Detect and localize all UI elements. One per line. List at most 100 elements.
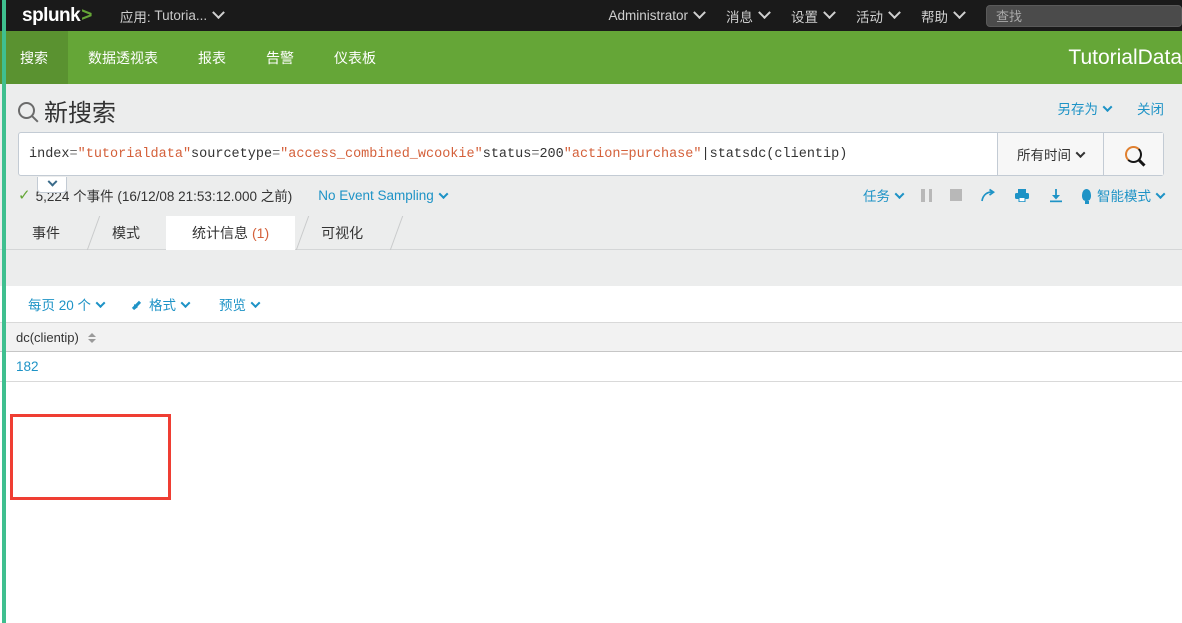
search-query-input[interactable]: index = "tutorialdata" sourcetype = "access_…	[19, 133, 997, 175]
stop-button[interactable]	[950, 189, 962, 201]
tab-statistics[interactable]: 统计信息 (1)	[166, 216, 296, 250]
appnav-item-pivot[interactable]: 数据透视表	[68, 31, 178, 84]
topbar-item-label: Administrator	[608, 8, 688, 23]
page-title-label: 新搜索	[44, 99, 116, 127]
query-token: 200	[539, 146, 564, 162]
event-sampling-dropdown[interactable]: No Event Sampling	[318, 188, 449, 203]
job-actions: 任务 智能模式	[863, 185, 1166, 205]
chevron-down-icon	[894, 188, 905, 199]
appnav-item-search[interactable]: 搜索	[0, 31, 68, 84]
appnav-item-dashboards[interactable]: 仪表板	[314, 31, 396, 84]
time-range-label: 所有时间	[1017, 148, 1071, 163]
splunk-search-page: splunk > 应用: Tutoria... Administrator 消息 …	[0, 0, 1182, 623]
results-tabs-inner: 事件 模式 统计信息 (1) 可视化	[0, 216, 389, 250]
splunk-logo-chevron-icon: >	[81, 4, 92, 26]
splunk-logo[interactable]: splunk >	[22, 5, 92, 27]
page-header: 新搜索 另存为 关闭	[0, 84, 1182, 132]
query-token: sourcetype	[191, 146, 273, 162]
appnav-item-label: 搜索	[20, 49, 48, 66]
tab-visualization[interactable]: 可视化	[295, 216, 389, 249]
chevron-down-icon	[47, 176, 57, 187]
search-bar: index = "tutorialdata" sourcetype = "access_…	[18, 132, 1164, 193]
topbar-item-messages[interactable]: 消息	[726, 6, 771, 26]
appnav-item-label: 数据透视表	[88, 49, 158, 66]
statistics-table: dc(clientip) 182	[0, 322, 1182, 382]
table-header-row: dc(clientip)	[0, 322, 1182, 352]
query-token: "tutorialdata"	[77, 146, 192, 162]
tab-patterns[interactable]: 模式	[86, 216, 166, 249]
page-title: 新搜索	[18, 93, 116, 128]
app-navbar: 搜索 数据透视表 报表 告警 仪表板 TutorialData	[0, 31, 1182, 84]
table-cell-dc-clientip[interactable]: 182	[0, 351, 163, 382]
table-head: dc(clientip)	[0, 322, 1182, 352]
chevron-down-icon	[1075, 147, 1086, 158]
format-dropdown[interactable]: 格式	[134, 294, 191, 314]
job-menu-button[interactable]: 任务	[863, 185, 905, 205]
run-search-button[interactable]	[1103, 133, 1163, 175]
app-context-label: 应用:	[119, 9, 151, 25]
topbar-item-label: 设置	[791, 9, 818, 25]
app-context-dropdown[interactable]: 应用: Tutoria...	[119, 6, 226, 26]
table-row: 182	[0, 351, 1182, 382]
tab-events[interactable]: 事件	[6, 216, 86, 249]
search-mode-dropdown[interactable]: 智能模式	[1082, 185, 1166, 205]
topbar-item-label: 消息	[726, 9, 753, 25]
topbar-item-activity[interactable]: 活动	[856, 6, 901, 26]
results-panel: 每页 20 个 格式 预览 dc(clientip) 182	[0, 286, 1182, 623]
splunk-logo-text: splunk	[22, 4, 81, 26]
close-button[interactable]: 关闭	[1137, 98, 1164, 118]
table-cell-filler	[163, 351, 1182, 382]
success-check-icon: ✓	[18, 186, 31, 204]
rows-per-page-dropdown[interactable]: 每页 20 个	[28, 294, 106, 314]
query-token: =	[69, 146, 78, 162]
brush-icon	[134, 299, 145, 310]
chevron-down-icon	[1102, 101, 1113, 112]
preview-dropdown[interactable]: 预览	[219, 294, 261, 314]
tab-label: 统计信息	[192, 224, 248, 241]
save-as-button[interactable]: 另存为	[1057, 98, 1113, 118]
appnav-item-reports[interactable]: 报表	[178, 31, 246, 84]
global-find-input[interactable]: 查找	[986, 4, 1182, 27]
preview-label: 预览	[219, 298, 247, 313]
save-as-label: 另存为	[1057, 102, 1099, 117]
app-context-value: Tutoria...	[154, 8, 208, 23]
sort-toggle-icon[interactable]	[88, 332, 97, 344]
chevron-down-icon	[823, 6, 836, 20]
query-token: status	[482, 146, 532, 162]
job-status-bar: ✓ 5,224 个事件 (16/12/08 21:53:12.000 之前) N…	[18, 176, 1166, 214]
chevron-down-icon	[1155, 188, 1166, 199]
appnav-item-label: 仪表板	[334, 49, 376, 66]
search-icon	[18, 101, 35, 119]
table-cell-value[interactable]: 182	[16, 359, 39, 374]
format-label: 格式	[149, 298, 177, 313]
event-count-text: 5,224 个事件 (16/12/08 21:53:12.000 之前)	[35, 189, 293, 204]
column-header-label: dc(clientip)	[16, 329, 79, 345]
global-find-placeholder: 查找	[996, 9, 1023, 24]
results-tabs: 事件 模式 统计信息 (1) 可视化	[0, 216, 1182, 250]
query-token: dc(clientip)	[750, 146, 848, 162]
global-topbar: splunk > 应用: Tutoria... Administrator 消息 …	[0, 0, 1182, 31]
tab-label: 事件	[32, 224, 60, 241]
pause-button[interactable]	[921, 188, 932, 202]
query-token: "action=purchase"	[563, 146, 702, 162]
appnav-item-alerts[interactable]: 告警	[246, 31, 314, 84]
search-bar-expander[interactable]	[37, 176, 67, 193]
topbar-item-administrator[interactable]: Administrator	[608, 6, 706, 23]
stop-icon	[950, 189, 962, 201]
export-button[interactable]	[1048, 188, 1064, 203]
column-header-dc-clientip[interactable]: dc(clientip)	[0, 322, 163, 352]
table-body: 182	[0, 351, 1182, 382]
time-range-picker[interactable]: 所有时间	[997, 133, 1103, 175]
share-icon	[981, 188, 996, 201]
topbar-right-group: Administrator 消息 设置 活动 帮助 查找	[608, 0, 1182, 31]
print-button[interactable]	[1014, 188, 1030, 203]
query-token: index	[29, 146, 70, 162]
query-token: stats	[709, 146, 751, 162]
appnav-item-label: 告警	[266, 49, 294, 66]
topbar-item-help[interactable]: 帮助	[921, 6, 966, 26]
page-body: 新搜索 另存为 关闭 index = "tutorialdata" sourcety…	[0, 84, 1182, 623]
share-button[interactable]	[980, 188, 996, 203]
chevron-down-icon	[95, 297, 106, 308]
topbar-item-settings[interactable]: 设置	[791, 6, 836, 26]
page-header-actions: 另存为 关闭	[1057, 98, 1164, 118]
